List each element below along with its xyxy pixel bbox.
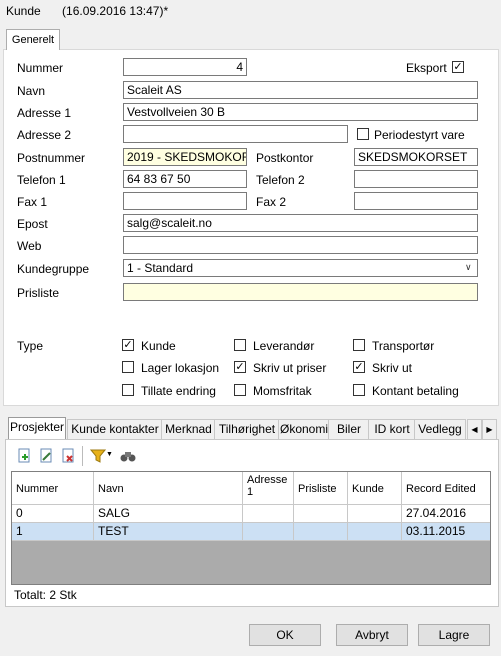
total-count: Totalt: 2 Stk: [14, 588, 77, 602]
type-kunde-label: Kunde: [141, 339, 176, 353]
type-momsfritak-label: Momsfritak: [253, 384, 312, 398]
telefon2-label: Telefon 2: [256, 173, 305, 187]
telefon1-label: Telefon 1: [17, 173, 66, 187]
tab-generelt[interactable]: Generelt: [6, 29, 60, 50]
save-button[interactable]: Lagre: [418, 624, 490, 646]
grid-header-prisliste[interactable]: Prisliste: [294, 472, 348, 505]
grid-header-adresse1[interactable]: Adresse 1: [243, 472, 294, 505]
nummer-field[interactable]: 4: [123, 58, 247, 76]
grid-cell[interactable]: [243, 523, 294, 541]
type-tillate-checkbox[interactable]: [122, 384, 134, 396]
tab-kunde-kontakter[interactable]: Kunde kontakter: [67, 419, 163, 439]
type-lager-label: Lager lokasjon: [141, 361, 220, 375]
epost-label: Epost: [17, 217, 48, 231]
grid-cell[interactable]: [348, 523, 402, 541]
prisliste-label: Prisliste: [17, 286, 60, 300]
postnummer-label: Postnummer: [17, 151, 86, 165]
periodestyrt-checkbox[interactable]: [357, 128, 369, 140]
type-label: Type: [17, 339, 44, 353]
tab-scroll-right-icon[interactable]: ▶: [482, 419, 497, 439]
prosjekter-grid[interactable]: Nummer Navn Adresse 1 Prisliste Kunde Re…: [11, 471, 491, 585]
fax1-field[interactable]: [123, 192, 247, 210]
fax2-label: Fax 2: [256, 195, 287, 209]
navn-field[interactable]: Scaleit AS: [123, 81, 478, 99]
tab-id-kort[interactable]: ID kort: [368, 419, 416, 439]
edit-record-icon[interactable]: [38, 448, 54, 467]
window-title: Kunde (16.09.2016 13:47)*: [6, 4, 168, 18]
navn-label: Navn: [17, 84, 46, 98]
web-label: Web: [17, 239, 42, 253]
chevron-down-icon[interactable]: ∨: [465, 262, 472, 273]
fax2-field[interactable]: [354, 192, 478, 210]
telefon1-field[interactable]: 64 83 67 50: [123, 170, 247, 188]
grid-cell[interactable]: [294, 505, 348, 523]
cancel-button[interactable]: Avbryt: [336, 624, 408, 646]
kundegruppe-label: Kundegruppe: [17, 262, 90, 276]
kundegruppe-select[interactable]: 1 - Standard: [123, 259, 478, 277]
adresse1-label: Adresse 1: [17, 106, 72, 120]
grid-header-navn[interactable]: Navn: [94, 472, 243, 505]
telefon2-field[interactable]: [354, 170, 478, 188]
type-kunde-checkbox[interactable]: ✓: [122, 339, 134, 351]
epost-field[interactable]: salg@scaleit.no: [123, 214, 478, 232]
adresse1-field[interactable]: Vestvollveien 30 B: [123, 103, 478, 121]
tab-biler[interactable]: Biler: [328, 419, 370, 439]
type-tillate-label: Tillate endring: [141, 384, 216, 398]
type-leverandor-label: Leverandør: [253, 339, 315, 353]
type-skriv-priser-label: Skriv ut priser: [253, 361, 327, 375]
grid-cell[interactable]: [348, 505, 402, 523]
filter-icon[interactable]: [89, 448, 107, 467]
grid-header-kunde[interactable]: Kunde: [348, 472, 402, 505]
grid-cell[interactable]: 27.04.2016: [402, 505, 490, 523]
web-field[interactable]: [123, 236, 478, 254]
tab-tilhorighet[interactable]: Tilhørighet: [214, 419, 280, 439]
filter-dropdown-icon[interactable]: ▼: [106, 451, 113, 458]
grid-cell[interactable]: 1: [12, 523, 94, 541]
grid-header-nummer[interactable]: Nummer: [12, 472, 94, 505]
postkontor-field[interactable]: SKEDSMOKORSET: [354, 148, 478, 166]
delete-record-icon[interactable]: [60, 448, 76, 467]
kundegruppe-value: 1 - Standard: [127, 261, 194, 275]
eksport-checkbox[interactable]: ✓: [452, 61, 464, 73]
tab-okonomi[interactable]: Økonomi: [278, 419, 330, 439]
tab-vedlegg[interactable]: Vedlegg: [414, 419, 466, 439]
nummer-label: Nummer: [17, 61, 64, 75]
adresse2-label: Adresse 2: [17, 128, 72, 142]
type-skriv-ut-checkbox[interactable]: ✓: [353, 361, 365, 373]
ok-button[interactable]: OK: [249, 624, 321, 646]
prisliste-field[interactable]: [123, 283, 478, 301]
type-kontant-label: Kontant betaling: [372, 384, 459, 398]
fax1-label: Fax 1: [17, 195, 48, 209]
grid-header-record-edited[interactable]: Record Edited: [402, 472, 490, 505]
toolbar-separator: [82, 446, 83, 466]
grid-cell[interactable]: [243, 505, 294, 523]
window-timestamp: (16.09.2016 13:47)*: [62, 4, 169, 18]
tab-prosjekter[interactable]: Prosjekter: [8, 417, 66, 439]
tab-merknad[interactable]: Merknad: [161, 419, 216, 439]
window-title-text: Kunde: [6, 4, 41, 18]
type-kontant-checkbox[interactable]: [353, 384, 365, 396]
type-leverandor-checkbox[interactable]: [234, 339, 246, 351]
adresse2-field[interactable]: [123, 125, 348, 143]
postkontor-label: Postkontor: [256, 151, 314, 165]
type-momsfritak-checkbox[interactable]: [234, 384, 246, 396]
tab-scroll-left-icon[interactable]: ◀: [467, 419, 482, 439]
grid-cell[interactable]: [294, 523, 348, 541]
type-transportor-checkbox[interactable]: [353, 339, 365, 351]
type-skriv-ut-label: Skriv ut: [372, 361, 413, 375]
type-transportor-label: Transportør: [372, 339, 435, 353]
binoculars-icon[interactable]: [120, 448, 136, 467]
type-skriv-priser-checkbox[interactable]: ✓: [234, 361, 246, 373]
grid-cell[interactable]: SALG: [94, 505, 243, 523]
periodestyrt-label: Periodestyrt vare: [374, 128, 465, 142]
bottom-tab-strip: Prosjekter Kunde kontakter Merknad Tilhø…: [6, 417, 497, 439]
postnummer-field[interactable]: 2019 - SKEDSMOKORSI: [123, 148, 247, 166]
eksport-label: Eksport: [406, 61, 447, 75]
grid-cell[interactable]: 03.11.2015: [402, 523, 490, 541]
type-lager-checkbox[interactable]: [122, 361, 134, 373]
add-record-icon[interactable]: [16, 448, 32, 467]
grid-cell[interactable]: TEST: [94, 523, 243, 541]
grid-cell[interactable]: 0: [12, 505, 94, 523]
